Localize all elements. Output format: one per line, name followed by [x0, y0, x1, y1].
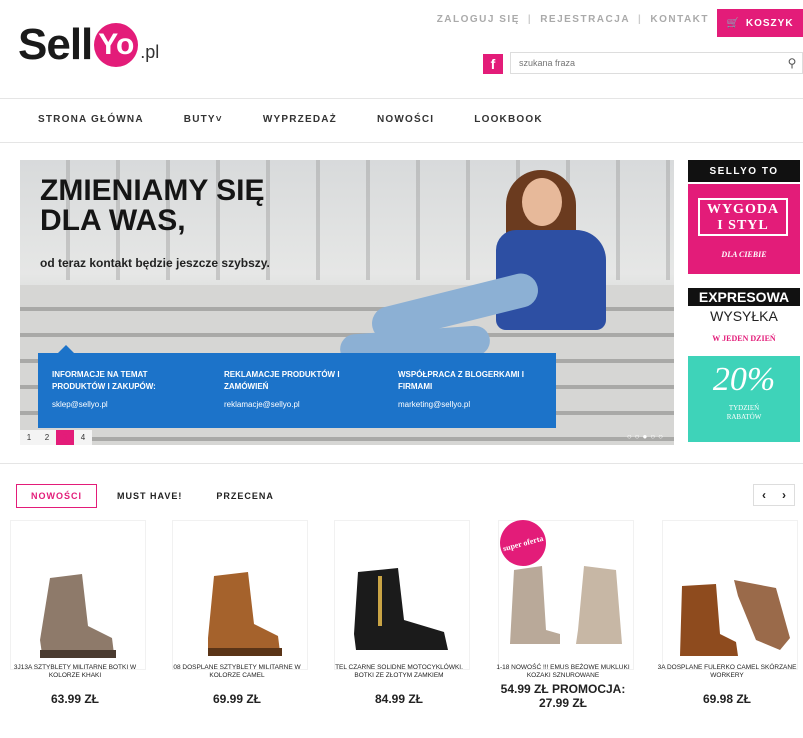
info-complaints: REKLAMACJE PRODUKTÓW I ZAMÓWIEŃ reklamac… — [224, 369, 364, 411]
facebook-icon[interactable]: f — [483, 54, 503, 74]
info-complaints-mail[interactable]: reklamacje@sellyo.pl — [224, 399, 364, 411]
promo-comfort-line2: I STYL — [717, 218, 769, 233]
product-image — [680, 580, 790, 656]
next-arrow-icon[interactable]: › — [774, 485, 794, 505]
info-products-title: INFORMACJE NA TEMAT PRODUKTÓW I ZAKUPÓW: — [52, 370, 156, 391]
search-icon[interactable]: ⚲ — [782, 56, 802, 70]
product-card[interactable]: 3J13A SZTYBLETY MILITARNE BOTKI W KOLORZ… — [0, 520, 150, 720]
pager-3[interactable]: 3 — [56, 430, 74, 445]
search-box: ⚲ — [510, 52, 803, 74]
product-name: 3A DOSPLANE fulerko CAMEL SKÓRZANE WORKE… — [657, 664, 797, 679]
logo[interactable]: Sell Yo .pl — [18, 20, 159, 70]
product-image — [40, 574, 116, 658]
product-name: 08 DOSPLANE SZTYBLETY MILITARNE W KOLORZ… — [173, 664, 301, 679]
slider-dots[interactable]: ○○●○○ — [627, 432, 666, 441]
product-name: 1-18 NOWOŚĆ !!! EMUS BEŻOWE MUKLUKI KOZA… — [496, 664, 630, 679]
promo-shipping-line1: EXPRESOWA — [688, 288, 800, 306]
pager-4[interactable]: 4 — [74, 430, 92, 445]
tab-new[interactable]: NOWOŚCI — [16, 484, 97, 508]
logo-yo-badge: Yo — [94, 23, 139, 67]
product-name: TEL CZARNE SOLIDNE MOTOCYKLÓWKI. BOTKI Z… — [335, 664, 463, 679]
promo-comfort[interactable]: WYGODA I STYL DLA CIEBIE — [688, 184, 800, 274]
prev-arrow-icon[interactable]: ‹ — [754, 485, 774, 505]
promo-comfort-small: DLA CIEBIE — [721, 250, 767, 259]
cart-icon: 🛒 — [726, 17, 740, 29]
register-link[interactable]: REJESTRACJA — [532, 14, 638, 25]
info-cooperation-title: WSPÓŁPRACA Z BLOGERKAMI I FIRMAMI — [398, 370, 524, 391]
divider — [0, 98, 803, 99]
main-nav: STRONA GŁÓWNA BUTY˅ WYPRZEDAŻ NOWOŚCI LO… — [38, 114, 583, 125]
product-card[interactable]: 08 DOSPLANE SZTYBLETY MILITARNE W KOLORZ… — [162, 520, 312, 720]
promo-discount[interactable]: 20% TYDZIEŃ RABATÓW — [688, 356, 800, 442]
tab-must-have[interactable]: MUST HAVE! — [103, 485, 196, 507]
info-products-mail[interactable]: sklep@sellyo.pl — [52, 399, 202, 411]
info-complaints-title: REKLAMACJE PRODUKTÓW I ZAMÓWIEŃ — [224, 370, 340, 391]
pager-1[interactable]: 1 — [20, 430, 38, 445]
promo-discount-value: 20% — [712, 361, 776, 398]
info-cooperation-mail[interactable]: marketing@sellyo.pl — [398, 399, 548, 411]
contact-link[interactable]: KONTAKT — [642, 14, 717, 25]
login-link[interactable]: ZALOGUJ SIĘ — [429, 14, 528, 25]
product-card[interactable]: 3A DOSPLANE fulerko CAMEL SKÓRZANE WORKE… — [652, 520, 802, 720]
carousel-arrows: ‹ › — [753, 484, 795, 506]
pager-2[interactable]: 2 — [38, 430, 56, 445]
promo-discount-line1: TYDZIEŃ — [728, 404, 760, 412]
divider — [0, 463, 803, 464]
top-links: ZALOGUJ SIĘ | REJESTRACJA | KONTAKT — [429, 14, 717, 25]
side-title: SELLYO TO — [688, 160, 800, 182]
cart-label: KOSZYK — [745, 17, 794, 29]
divider — [0, 142, 803, 143]
product-price-old: 54.99 ZŁ PROMOCJA: — [500, 682, 626, 696]
nav-item-new[interactable]: NOWOŚCI — [377, 114, 434, 125]
info-cooperation: WSPÓŁPRACA Z BLOGERKAMI I FIRMAMI market… — [398, 369, 548, 411]
cart-button[interactable]: 🛒 KOSZYK — [717, 9, 803, 37]
hero-banner[interactable]: ZMIENIAMY SIĘ DLA WAS, od teraz kontakt … — [20, 160, 674, 445]
info-products: INFORMACJE NA TEMAT PRODUKTÓW I ZAKUPÓW:… — [52, 369, 202, 411]
side-promo-panel: SELLYO TO WYGODA I STYL DLA CIEBIE EXPRE… — [688, 160, 800, 442]
product-image — [208, 572, 282, 656]
contact-info-box: INFORMACJE NA TEMAT PRODUKTÓW I ZAKUPÓW:… — [38, 345, 556, 428]
search-input[interactable] — [511, 53, 782, 73]
product-name: 3J13A SZTYBLETY MILITARNE BOTKI W KOLORZ… — [13, 664, 137, 679]
promo-shipping-line2: WYSYŁKA — [710, 308, 778, 324]
product-price: 63.99 ZŁ — [50, 692, 100, 706]
product-price: 27.99 ZŁ — [538, 696, 588, 710]
product-image — [510, 566, 622, 644]
product-carousel: 3J13A SZTYBLETY MILITARNE BOTKI W KOLORZ… — [0, 520, 803, 720]
promo-discount-line2: RABATÓW — [726, 413, 762, 421]
promo-comfort-line1: WYGODA — [706, 202, 780, 217]
promo-shipping-small: W JEDEN DZIEŃ — [712, 334, 776, 343]
product-price: 84.99 ZŁ — [374, 692, 424, 706]
product-tabs: NOWOŚCI MUST HAVE! PRZECENA — [16, 484, 294, 508]
logo-sell-text: Sell — [18, 20, 93, 69]
nav-item-sale[interactable]: WYPRZEDAŻ — [263, 114, 337, 125]
hero-headline: ZMIENIAMY SIĘ DLA WAS, — [40, 174, 265, 237]
hero-subline: od teraz kontakt będzie jeszcze szybszy. — [40, 256, 270, 270]
logo-pl-text: .pl — [140, 41, 160, 62]
product-price: 69.98 ZŁ — [702, 692, 752, 706]
product-price: 69.99 ZŁ — [212, 692, 262, 706]
nav-item-lookbook[interactable]: LOOKBOOK — [474, 114, 543, 125]
promo-shipping[interactable]: EXPRESOWA WYSYŁKA W JEDEN DZIEŃ — [688, 288, 800, 348]
product-card[interactable]: TEL CZARNE SOLIDNE MOTOCYKLÓWKI. BOTKI Z… — [324, 520, 474, 720]
slider-pager: 1 2 3 4 — [20, 430, 92, 445]
tab-sale[interactable]: PRZECENA — [202, 485, 288, 507]
nav-item-shoes[interactable]: BUTY˅ — [184, 114, 223, 125]
nav-item-home[interactable]: STRONA GŁÓWNA — [38, 114, 144, 125]
product-image — [354, 568, 448, 650]
